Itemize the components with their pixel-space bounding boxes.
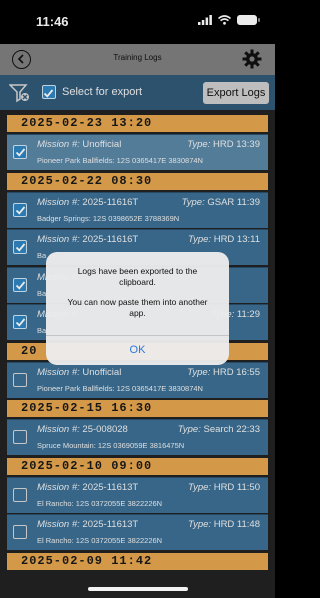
alert-message: Logs have been exported to the clipboard… [77,266,198,287]
ok-button[interactable]: OK [46,336,229,365]
home-indicator[interactable] [88,587,188,591]
export-alert-dialog: Logs have been exported to the clipboard… [46,252,229,365]
alert-message-detail: You can now paste them into another app. [67,297,208,318]
